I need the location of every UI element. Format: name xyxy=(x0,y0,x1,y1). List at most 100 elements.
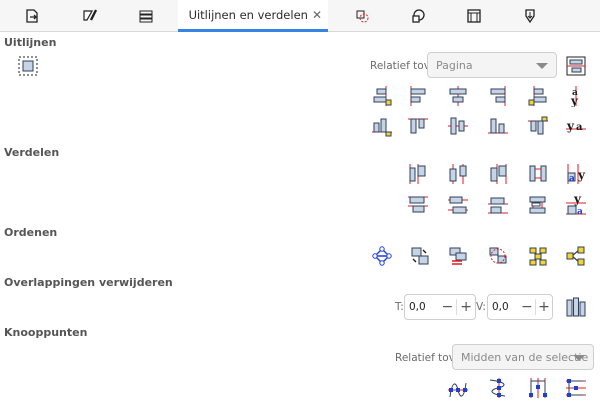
align-distribute-icon xyxy=(184,14,185,15)
distribute-baseline-horizontal-icon: ay xyxy=(567,164,586,184)
remove-overlaps-icon xyxy=(566,297,586,317)
objects-icon xyxy=(412,9,425,23)
distribute-gaps-vertical-icon xyxy=(529,196,546,214)
distribute-gaps-horizontal-button[interactable] xyxy=(526,162,550,186)
align-text-baseline-horizontal-button[interactable]: ay xyxy=(564,84,588,108)
align-text-baseline-vertical-button[interactable]: ya xyxy=(564,114,588,138)
align-bottom-edges-button[interactable] xyxy=(486,114,510,138)
align-top-edges-button[interactable] xyxy=(406,114,430,138)
arrange-exchange-z-order-button[interactable] xyxy=(446,244,470,268)
tab-objects[interactable] xyxy=(404,0,432,32)
distribute-gaps-vertical-button[interactable] xyxy=(526,193,550,217)
decrement-vertical-gap-button[interactable]: − xyxy=(519,295,535,319)
overlap-vertical-gap-label: V: xyxy=(476,301,486,313)
distribute-centers-vertical-button[interactable] xyxy=(446,193,470,217)
section-remove-overlap-title: Overlappingen verwijderen xyxy=(4,276,173,289)
increment-horizontal-gap-button[interactable]: + xyxy=(457,295,475,319)
svg-text:y: y xyxy=(570,94,579,107)
arrange-connector-network-button[interactable] xyxy=(564,244,588,268)
exchange-z-order-icon xyxy=(449,247,467,265)
align-left-anchor-icon xyxy=(528,86,547,106)
align-relative-select[interactable]: Pagina xyxy=(427,52,557,78)
distribute-gaps-horizontal-icon xyxy=(529,165,547,182)
section-nodes-title: Knooppunten xyxy=(4,326,88,339)
nodes-relative-label: Relatief tov: xyxy=(395,352,458,364)
section-distribute-title: Verdelen xyxy=(4,146,60,159)
move-as-group-icon xyxy=(18,56,38,76)
align-relative-value: Pagina xyxy=(436,58,473,72)
overlap-vertical-gap-value[interactable]: 0,0 xyxy=(488,301,519,313)
align-center-horizontal-axis-button[interactable] xyxy=(446,114,470,138)
overlap-horizontal-gap-spinbutton[interactable]: 0,0 − + xyxy=(404,294,476,320)
exchange-positions-icon xyxy=(411,247,429,265)
align-center-vertical-icon xyxy=(449,86,467,106)
tab-snap[interactable] xyxy=(516,0,544,32)
distribute-right-edges-button[interactable] xyxy=(486,162,510,186)
nodes-relative-value: Midden van de selectie xyxy=(461,350,589,364)
distribute-right-icon xyxy=(490,164,507,184)
arrange-graph-button[interactable] xyxy=(370,244,394,268)
connector-network-icon xyxy=(566,246,585,266)
text-baseline-vertical-icon: ya xyxy=(566,119,586,133)
distribute-centers-horizontal-button[interactable] xyxy=(446,162,470,186)
arrange-rotate-around-center-button[interactable] xyxy=(486,244,510,268)
align-bottom-to-top-anchor-button[interactable] xyxy=(370,114,394,138)
align-left-to-right-anchor-button[interactable] xyxy=(526,84,550,108)
export-icon xyxy=(26,9,38,23)
align-bottom-icon xyxy=(488,118,508,134)
distribute-center-vertical-icon xyxy=(448,196,468,214)
distribute-bottom-icon xyxy=(488,197,508,214)
overlap-vertical-gap-spinbutton[interactable]: 0,0 − + xyxy=(487,294,553,320)
distribute-baseline-vertical-icon: ya xyxy=(566,194,586,216)
distribute-top-icon xyxy=(408,196,428,213)
tab-export[interactable] xyxy=(18,0,46,32)
document-properties-icon xyxy=(467,9,481,23)
distribute-left-edges-button[interactable] xyxy=(406,162,430,186)
section-align-title: Uitlijnen xyxy=(4,36,57,49)
tab-fill-stroke[interactable] xyxy=(76,0,104,32)
remove-overlaps-button[interactable] xyxy=(564,295,588,319)
align-left-edges-button[interactable] xyxy=(406,84,430,108)
nodes-distribute-horizontal-button[interactable] xyxy=(526,376,550,400)
distribute-top-edges-button[interactable] xyxy=(406,193,430,217)
svg-text:a: a xyxy=(569,174,575,184)
distribute-text-baseline-horizontal-button[interactable]: ay xyxy=(564,162,588,186)
distribute-text-baseline-vertical-button[interactable]: ya xyxy=(564,193,588,217)
align-move-as-group-toggle[interactable] xyxy=(16,54,40,78)
increment-vertical-gap-button[interactable]: + xyxy=(536,295,552,319)
nodes-distribute-vertical-button[interactable] xyxy=(564,376,588,400)
tab-align-distribute[interactable]: Uitlijnen en verdelen ✕ xyxy=(178,0,328,32)
dialog-tab-bar: Uitlijnen en verdelen ✕ xyxy=(0,0,600,32)
align-right-edges-button[interactable] xyxy=(486,84,510,108)
graph-layout-icon xyxy=(372,246,392,266)
nodes-distribute-horizontal-icon xyxy=(529,378,547,398)
decrement-horizontal-gap-button[interactable]: − xyxy=(439,295,457,319)
nodes-relative-select[interactable]: Midden van de selectie xyxy=(452,344,594,370)
distribute-bottom-edges-button[interactable] xyxy=(486,193,510,217)
nodes-align-horizontal-line-button[interactable] xyxy=(446,376,470,400)
align-treat-selection-as-group[interactable] xyxy=(564,54,588,78)
section-arrange-title: Ordenen xyxy=(4,226,58,239)
close-tab-icon[interactable]: ✕ xyxy=(312,8,322,22)
tab-layers[interactable] xyxy=(132,0,160,32)
chevron-down-icon xyxy=(536,63,548,69)
align-center-vertical-axis-button[interactable] xyxy=(446,84,470,108)
tab-transform[interactable] xyxy=(348,0,376,32)
align-top-to-bottom-anchor-button[interactable] xyxy=(526,114,550,138)
tab-align-distribute-label: Uitlijnen en verdelen xyxy=(188,7,308,22)
overlap-horizontal-gap-label: T: xyxy=(395,301,404,313)
fill-stroke-icon xyxy=(83,9,98,21)
arrange-exchange-positions-button[interactable] xyxy=(408,244,432,268)
snap-icon xyxy=(525,9,535,24)
nodes-distribute-vertical-icon xyxy=(566,379,586,397)
transform-icon xyxy=(356,10,369,23)
nodes-align-vertical-line-button[interactable] xyxy=(486,376,510,400)
tab-document-properties[interactable] xyxy=(460,0,488,32)
svg-text:y: y xyxy=(566,119,575,133)
overlap-horizontal-gap-value[interactable]: 0,0 xyxy=(405,301,439,313)
arrange-unclump-button[interactable] xyxy=(526,244,550,268)
svg-text:y: y xyxy=(577,168,586,182)
align-left-icon xyxy=(410,86,426,106)
align-right-to-left-anchor-button[interactable] xyxy=(370,84,394,108)
align-center-horizontal-icon xyxy=(448,117,468,135)
